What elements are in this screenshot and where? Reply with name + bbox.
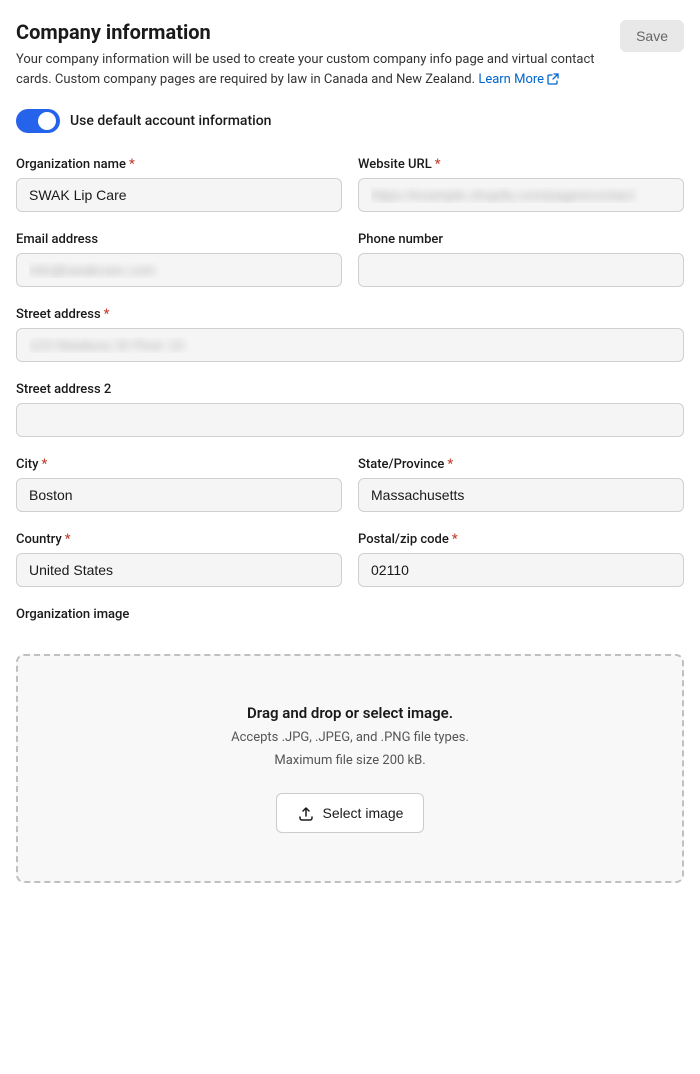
postal-input[interactable] (358, 553, 684, 587)
required-star: * (447, 457, 453, 472)
page-description: Your company information will be used to… (16, 50, 604, 89)
org-name-label: Organization name* (16, 157, 342, 172)
org-image-label: Organization image (16, 607, 684, 622)
select-image-button[interactable]: Select image (276, 793, 425, 833)
upload-icon (297, 804, 315, 822)
state-group: State/Province* (358, 457, 684, 512)
org-name-input[interactable] (16, 178, 342, 212)
country-label: Country* (16, 532, 342, 547)
toggle-slider (16, 109, 60, 133)
drag-drop-text: Drag and drop or select image. (247, 704, 453, 722)
required-star: * (42, 457, 48, 472)
phone-group: Phone number (358, 232, 684, 287)
required-star: * (435, 157, 441, 172)
street-group: Street address* (16, 307, 684, 362)
phone-input[interactable] (358, 253, 684, 287)
street2-group: Street address 2 (16, 382, 684, 437)
street2-input[interactable] (16, 403, 684, 437)
required-star: * (104, 307, 110, 322)
required-star: * (129, 157, 135, 172)
header-left: Company information Your company informa… (16, 20, 604, 89)
state-input[interactable] (358, 478, 684, 512)
max-size-text: Maximum file size 200 kB. (274, 751, 425, 771)
page-title: Company information (16, 20, 604, 44)
website-url-label: Website URL* (358, 157, 684, 172)
email-input[interactable] (16, 253, 342, 287)
city-state-row: City* State/Province* (16, 457, 684, 512)
default-account-toggle[interactable] (16, 109, 60, 133)
required-star: * (452, 532, 458, 547)
street2-row: Street address 2 (16, 382, 684, 437)
page-header: Company information Your company informa… (16, 20, 684, 89)
toggle-label: Use default account information (70, 113, 271, 129)
state-label: State/Province* (358, 457, 684, 472)
street-input[interactable] (16, 328, 684, 362)
learn-more-link[interactable]: Learn More (478, 70, 559, 90)
org-image-section: Organization image Drag and drop or sele… (16, 607, 684, 883)
city-label: City* (16, 457, 342, 472)
street2-label: Street address 2 (16, 382, 684, 397)
select-image-label: Select image (323, 805, 404, 821)
image-upload-area: Drag and drop or select image. Accepts .… (16, 654, 684, 883)
city-group: City* (16, 457, 342, 512)
street-label: Street address* (16, 307, 684, 322)
website-url-group: Website URL* (358, 157, 684, 212)
country-postal-row: Country* Postal/zip code* (16, 532, 684, 587)
email-group: Email address (16, 232, 342, 287)
org-name-group: Organization name* (16, 157, 342, 212)
org-website-row: Organization name* Website URL* (16, 157, 684, 212)
country-input[interactable] (16, 553, 342, 587)
postal-group: Postal/zip code* (358, 532, 684, 587)
postal-label: Postal/zip code* (358, 532, 684, 547)
external-link-icon (547, 73, 559, 85)
street-row: Street address* (16, 307, 684, 362)
city-input[interactable] (16, 478, 342, 512)
accepts-text: Accepts .JPG, .JPEG, and .PNG file types… (231, 728, 469, 748)
phone-label: Phone number (358, 232, 684, 247)
website-url-input[interactable] (358, 178, 684, 212)
country-group: Country* (16, 532, 342, 587)
save-button[interactable]: Save (620, 20, 684, 52)
email-label: Email address (16, 232, 342, 247)
email-phone-row: Email address Phone number (16, 232, 684, 287)
toggle-row: Use default account information (16, 109, 684, 133)
required-star: * (65, 532, 71, 547)
